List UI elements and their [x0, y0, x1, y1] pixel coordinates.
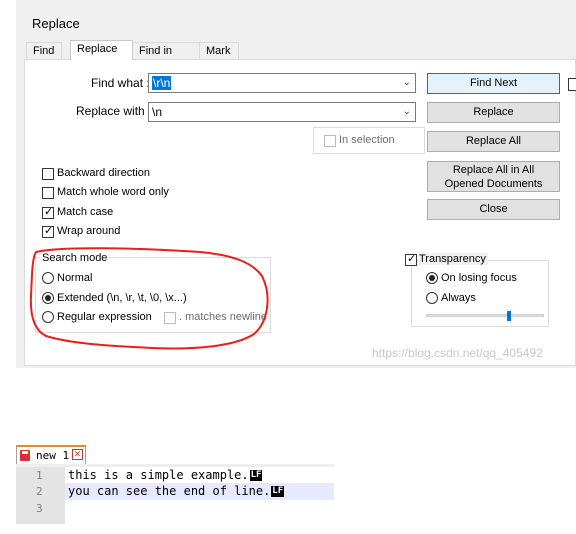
editor-tab[interactable]: new 1 ✕ [16, 445, 86, 464]
eol-marker: LF [271, 486, 285, 497]
editor-area[interactable]: 1 2 3 this is a simple example. LF you ca… [16, 467, 334, 524]
line-number: 1 [36, 469, 43, 482]
annotation-circle [29, 247, 269, 350]
editor-tab-label: new 1 [36, 449, 70, 462]
line-number: 2 [36, 485, 43, 498]
code-text: this is a simple example. [68, 468, 249, 482]
save-disk-icon [20, 450, 30, 461]
annotation-overlay [29, 247, 269, 350]
eol-marker: LF [249, 470, 263, 481]
code-line: this is a simple example. LF [68, 468, 263, 482]
tab-replace[interactable]: Replace [70, 40, 133, 60]
code-text: you can see the end of line. [68, 484, 271, 498]
code-line: you can see the end of line. LF [68, 484, 285, 498]
line-number: 3 [36, 502, 43, 515]
close-icon[interactable]: ✕ [72, 449, 83, 460]
